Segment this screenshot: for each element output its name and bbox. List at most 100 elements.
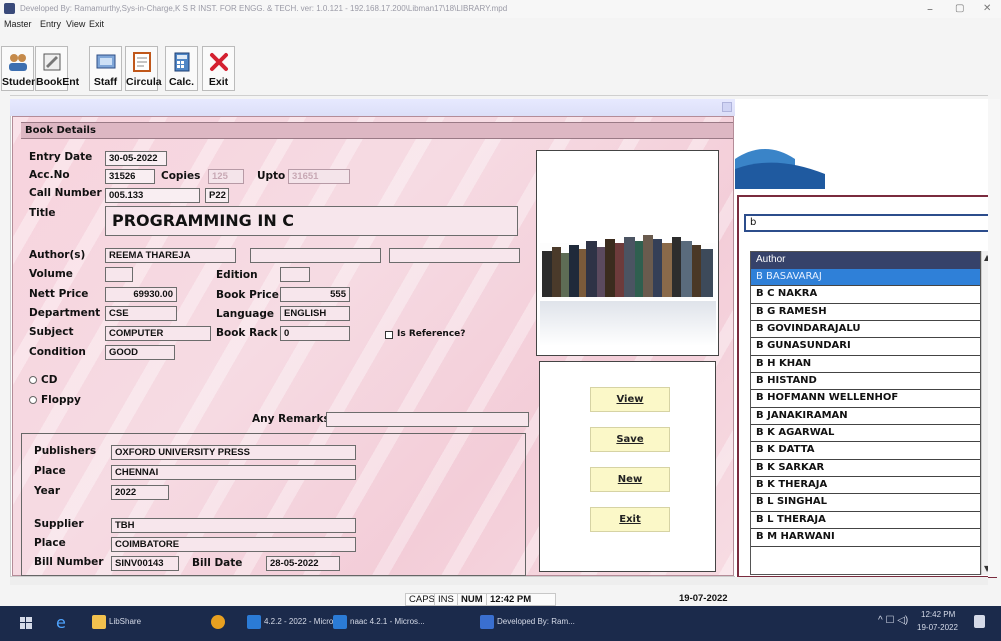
main-vertical-scrollbar[interactable] — [988, 99, 1000, 577]
sup-place-field[interactable]: COIMBATORE — [111, 537, 356, 552]
edition-field[interactable] — [280, 267, 310, 282]
author-search-input[interactable]: b — [744, 214, 991, 232]
pub-place-field[interactable]: CHENNAI — [111, 465, 356, 480]
list-item[interactable]: B L SINGHAL — [751, 494, 980, 512]
menu-entry[interactable]: Entry — [40, 19, 61, 29]
subject-field[interactable]: COMPUTER — [105, 326, 211, 341]
year-field[interactable]: 2022 — [111, 485, 169, 500]
notification-icon[interactable] — [974, 615, 985, 628]
department-label: Department — [29, 307, 101, 319]
list-item[interactable]: B HISTAND — [751, 373, 980, 391]
new-button[interactable]: New — [590, 467, 670, 492]
libshare-icon[interactable] — [92, 615, 106, 629]
call-number-label: Call Number — [29, 187, 102, 199]
list-item[interactable]: B GUNASUNDARI — [751, 338, 980, 356]
cd-label: CD — [41, 374, 58, 386]
list-item[interactable]: B JANAKIRAMAN — [751, 408, 980, 426]
circula-button[interactable]: Circula — [125, 46, 162, 91]
floppy-radio[interactable] — [29, 396, 37, 404]
list-item[interactable]: B H KHAN — [751, 356, 980, 374]
list-item[interactable]: B K THERAJA — [751, 477, 980, 495]
main-horizontal-scrollbar[interactable] — [10, 577, 988, 585]
taskbar-item-libman[interactable]: Developed By: Ram... — [497, 617, 575, 626]
volume-field[interactable] — [105, 267, 133, 282]
upto-field[interactable]: 31651 — [288, 169, 350, 184]
staff-button[interactable]: Staff — [89, 46, 122, 91]
is-reference-checkbox[interactable] — [385, 331, 393, 339]
nett-price-field[interactable]: 69930.00 — [105, 287, 177, 302]
call-suffix-field[interactable]: P22 — [205, 188, 229, 203]
close-button[interactable]: ✕ — [983, 3, 991, 14]
bookent-button[interactable]: BookEnt — [35, 46, 79, 91]
restore-button[interactable]: ▢ — [955, 3, 964, 14]
author-column-header[interactable]: Author — [751, 252, 980, 269]
status-date: 19-07-2022 — [679, 593, 728, 604]
staff-icon — [96, 54, 115, 69]
exit-button[interactable]: Exit — [590, 507, 670, 532]
author2-field[interactable] — [250, 248, 381, 263]
list-item[interactable]: B K SARKAR — [751, 460, 980, 478]
taskbar-item-word-2[interactable]: naac 4.2.1 - Micros... — [350, 617, 425, 626]
exit-toolbar-button[interactable]: Exit — [202, 46, 235, 91]
system-tray-icons[interactable]: ^ ☐ ◁) — [878, 615, 908, 626]
calc-button[interactable]: Calc. — [165, 46, 198, 91]
list-item[interactable]: B L THERAJA — [751, 512, 980, 530]
list-item[interactable]: B C NAKRA — [751, 286, 980, 304]
save-button[interactable]: Save — [590, 427, 670, 452]
bill-date-field[interactable]: 28-05-2022 — [266, 556, 340, 571]
libman-app-icon[interactable] — [480, 615, 494, 629]
student-button[interactable]: Student — [1, 46, 41, 91]
minimize-button[interactable]: – — [927, 2, 933, 16]
circulation-icon — [132, 52, 151, 72]
entry-date-field[interactable]: 30-05-2022 — [105, 151, 167, 166]
condition-field[interactable]: GOOD — [105, 345, 175, 360]
taskbar-item-word-1[interactable]: 4.2.2 - 2022 - Micro... — [264, 617, 340, 626]
menu-bar: Master Entry View Exit — [0, 18, 1001, 33]
author1-field[interactable]: REEMA THAREJA — [105, 248, 236, 263]
list-item[interactable]: B BASAVARAJ — [751, 269, 980, 287]
list-item[interactable]: B K DATTA — [751, 442, 980, 460]
edge-browser-icon[interactable]: e — [56, 613, 66, 632]
list-item[interactable]: B M HARWANI — [751, 529, 980, 547]
supplier-field[interactable]: TBH — [111, 518, 356, 533]
language-field[interactable]: ENGLISH — [280, 306, 350, 321]
bill-number-field[interactable]: SINV00143 — [111, 556, 179, 571]
volume-label: Volume — [29, 268, 73, 280]
cd-radio[interactable] — [29, 376, 37, 384]
department-field[interactable]: CSE — [105, 306, 177, 321]
word-icon-2[interactable] — [333, 615, 347, 629]
child-close-icon[interactable] — [722, 102, 732, 112]
list-item[interactable]: B GOVINDARAJALU — [751, 321, 980, 339]
call-number-field[interactable]: 005.133 — [105, 188, 200, 203]
list-item[interactable]: B K AGARWAL — [751, 425, 980, 443]
upto-label: Upto — [257, 170, 286, 182]
students-icon — [8, 54, 27, 71]
menu-view[interactable]: View — [66, 19, 85, 29]
windows-start-icon[interactable] — [20, 617, 32, 629]
list-item[interactable]: B G RAMESH — [751, 304, 980, 322]
book-price-label: Book Price — [216, 289, 279, 301]
acc-no-field[interactable]: 31526 — [105, 169, 155, 184]
copies-field[interactable]: 125 — [208, 169, 244, 184]
word-icon[interactable] — [247, 615, 261, 629]
book-rack-field[interactable]: 0 — [280, 326, 350, 341]
clock-date[interactable]: 19-07-2022 — [917, 623, 958, 632]
author3-field[interactable] — [389, 248, 520, 263]
action-buttons-panel: View Save New Exit — [539, 361, 716, 572]
remarks-field[interactable] — [326, 412, 529, 427]
view-button[interactable]: View — [590, 387, 670, 412]
calculator-icon — [174, 52, 189, 72]
book-price-field[interactable]: 555 — [280, 287, 350, 302]
book-rack-label: Book Rack — [216, 327, 278, 339]
title-field[interactable]: PROGRAMMING IN C — [105, 206, 518, 236]
list-item[interactable]: B HOFMANN WELLENHOF — [751, 390, 980, 408]
authors-label: Author(s) — [29, 249, 86, 261]
clock-time[interactable]: 12:42 PM — [921, 610, 955, 619]
app-icon — [4, 3, 15, 14]
menu-exit[interactable]: Exit — [89, 19, 104, 29]
publishers-field[interactable]: OXFORD UNIVERSITY PRESS — [111, 445, 356, 460]
taskbar-item-libshare[interactable]: LibShare — [109, 617, 141, 626]
bill-date-label: Bill Date — [192, 557, 243, 569]
menu-master[interactable]: Master — [4, 19, 32, 29]
chrome-icon[interactable] — [211, 615, 225, 629]
